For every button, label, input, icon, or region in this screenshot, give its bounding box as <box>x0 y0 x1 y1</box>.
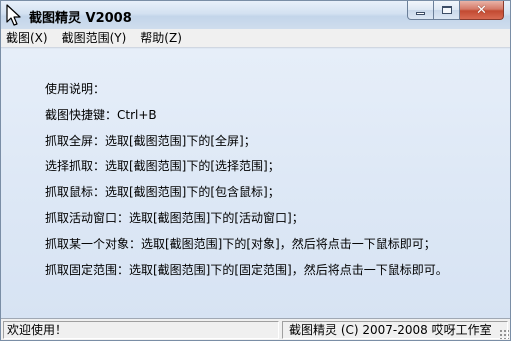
window-controls: ✕ <box>407 1 504 21</box>
status-copyright: 截图精灵 (C) 2007-2008 哎呀工作室 <box>282 321 508 339</box>
close-button[interactable]: ✕ <box>460 1 504 20</box>
menu-bar: 截图(X) 截图范围(Y) 帮助(Z) <box>1 29 510 48</box>
instruction-line: 截图快捷键：Ctrl+B <box>45 108 157 122</box>
cursor-app-icon[interactable] <box>5 4 23 26</box>
status-bar: 欢迎使用！ 截图精灵 (C) 2007-2008 哎呀工作室 <box>1 318 510 340</box>
instructions-heading: 使用说明： <box>45 82 106 96</box>
menu-capture[interactable]: 截图(X) <box>1 29 55 48</box>
instructions-panel: 使用说明： 截图快捷键：Ctrl+B 抓取全屏：选取[截图范围]下的[全屏]； … <box>1 49 510 318</box>
title-bar[interactable]: 截图精灵 V2008 ✕ <box>1 1 510 29</box>
instruction-line: 选择抓取：选取[截图范围]下的[选择范围]； <box>45 159 280 173</box>
window-title: 截图精灵 V2008 <box>29 11 132 26</box>
maximize-icon <box>441 6 452 14</box>
minimize-icon <box>416 11 425 15</box>
app-window: 截图精灵 V2008 ✕ 截图(X) 截图范围(Y) 帮助(Z) 使用说明： 截… <box>0 0 511 341</box>
minimize-button[interactable] <box>407 1 434 20</box>
close-icon: ✕ <box>476 2 487 18</box>
menu-capture-range[interactable]: 截图范围(Y) <box>55 29 134 48</box>
resize-grip-icon[interactable] <box>499 329 509 339</box>
instruction-line: 抓取鼠标：选取[截图范围]下的[包含鼠标]； <box>45 185 280 199</box>
instruction-line: 抓取全屏：选取[截图范围]下的[全屏]； <box>45 134 256 148</box>
instruction-line: 抓取活动窗口：选取[截图范围]下的[活动窗口]； <box>45 211 304 225</box>
instruction-line: 抓取固定范围：选取[截图范围]下的[固定范围]，然后将点击一下鼠标即可。 <box>45 263 448 277</box>
maximize-button[interactable] <box>434 1 460 20</box>
status-welcome: 欢迎使用！ <box>3 321 279 339</box>
instruction-line: 抓取某一个对象：选取[截图范围]下的[对象]，然后将点击一下鼠标即可； <box>45 237 436 251</box>
menu-help[interactable]: 帮助(Z) <box>133 29 189 48</box>
